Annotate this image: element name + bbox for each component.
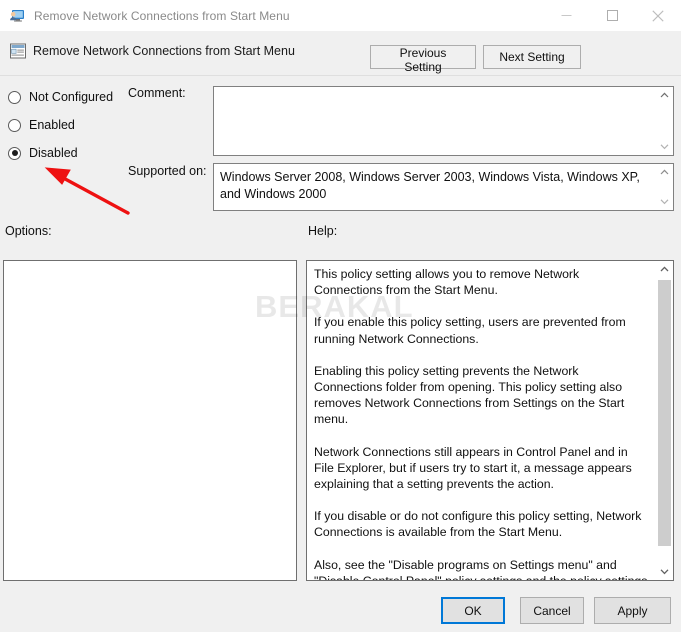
help-paragraph: Also, see the "Disable programs on Setti… — [314, 557, 647, 580]
group-policy-setting-dialog: Remove Network Connections from Start Me… — [0, 0, 681, 632]
radio-disabled[interactable]: Disabled — [8, 144, 78, 162]
help-paragraph: If you enable this policy setting, users… — [314, 315, 626, 346]
help-scrollbar-thumb[interactable] — [658, 280, 671, 546]
radio-enabled-mark — [8, 118, 21, 132]
options-panel[interactable] — [3, 260, 297, 581]
next-setting-button[interactable]: Next Setting — [483, 45, 581, 69]
chevron-down-icon[interactable] — [656, 138, 673, 155]
chevron-up-icon[interactable] — [656, 261, 673, 278]
chevron-down-icon[interactable] — [656, 193, 673, 210]
help-label: Help: — [308, 224, 338, 238]
supported-on-field: Windows Server 2008, Windows Server 2003… — [213, 163, 674, 211]
supported-on-scrollbar[interactable] — [656, 164, 673, 210]
policy-monitor-icon — [9, 8, 25, 24]
radio-disabled-mark — [8, 146, 21, 160]
help-paragraph: This policy setting allows you to remove… — [314, 267, 580, 298]
previous-setting-button[interactable]: Previous Setting — [370, 45, 476, 74]
help-paragraph: Enabling this policy setting prevents th… — [314, 363, 625, 427]
radio-not-configured-label: Not Configured — [29, 90, 114, 104]
window-controls — [543, 0, 681, 31]
comment-label: Comment: — [128, 86, 186, 100]
policy-setting-icon — [9, 42, 27, 60]
close-icon[interactable] — [635, 0, 681, 31]
setting-title: Remove Network Connections from Start Me… — [33, 44, 295, 58]
window-title: Remove Network Connections from Start Me… — [34, 8, 290, 23]
minimize-icon[interactable] — [543, 0, 589, 31]
help-text-content: This policy setting allows you to remove… — [307, 261, 656, 580]
supported-on-label: Supported on: — [128, 164, 207, 178]
radio-not-configured-mark — [8, 90, 21, 104]
title-bar: Remove Network Connections from Start Me… — [0, 0, 681, 31]
comment-scrollbar[interactable] — [656, 87, 673, 155]
radio-enabled-label: Enabled — [29, 118, 75, 132]
ok-button[interactable]: OK — [441, 597, 505, 624]
supported-on-value: Windows Server 2008, Windows Server 2003… — [220, 170, 640, 201]
radio-enabled[interactable]: Enabled — [8, 116, 75, 134]
maximize-icon[interactable] — [589, 0, 635, 31]
chevron-down-icon[interactable] — [656, 563, 673, 580]
options-label: Options: — [5, 224, 52, 238]
radio-not-configured[interactable]: Not Configured — [8, 88, 113, 106]
help-paragraph: If you disable or do not configure this … — [314, 509, 642, 540]
chevron-up-icon[interactable] — [656, 164, 673, 181]
help-panel: This policy setting allows you to remove… — [306, 260, 674, 581]
help-scrollbar[interactable] — [656, 261, 673, 580]
radio-disabled-label: Disabled — [29, 146, 78, 160]
comment-scrollbar-track[interactable] — [656, 104, 673, 138]
supported-on-scrollbar-track[interactable] — [656, 181, 673, 193]
chevron-up-icon[interactable] — [656, 87, 673, 104]
apply-button[interactable]: Apply — [594, 597, 671, 624]
comment-field[interactable] — [213, 86, 674, 156]
help-paragraph: Network Connections still appears in Con… — [314, 444, 632, 492]
comment-value[interactable] — [214, 87, 656, 155]
cancel-button[interactable]: Cancel — [520, 597, 584, 624]
